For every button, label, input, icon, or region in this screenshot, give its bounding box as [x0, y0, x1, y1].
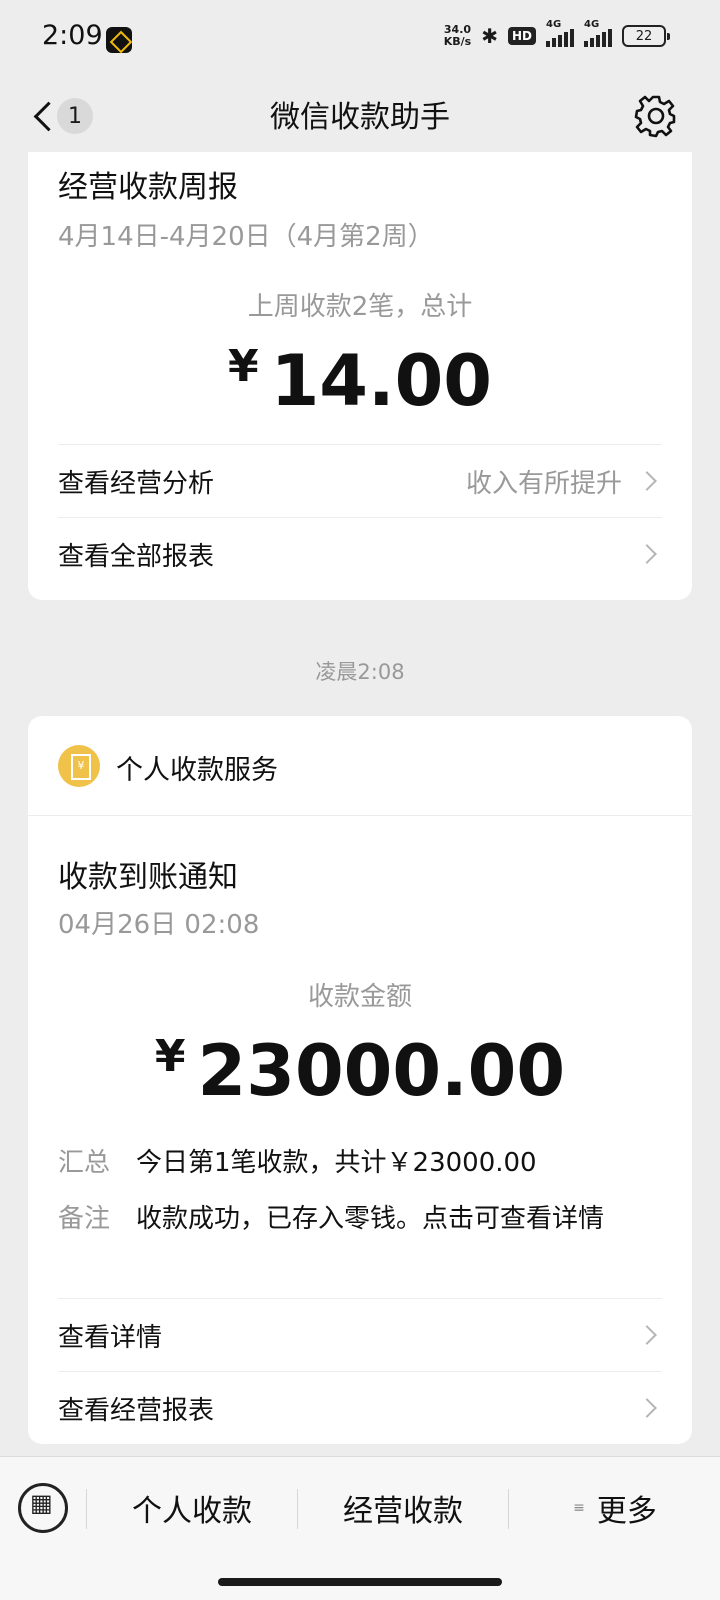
row-label: 查看经营分析 [58, 468, 215, 499]
row-hint: 收入有所提升 [465, 468, 622, 499]
weekly-report-date-range: 4月14日-4月20日（4月第2周） [58, 222, 434, 252]
signal-icon-1: 4G [546, 19, 574, 47]
menu-business-collection[interactable]: 经营收款 [298, 1469, 508, 1547]
signal-icon-2: 4G [584, 19, 612, 47]
row-business-report[interactable]: 查看经营报表 [58, 1371, 662, 1444]
payment-notice-card[interactable]: 个人收款服务 收款到账通知 04月26日 02:08 收款金额 ¥23000.0… [28, 716, 692, 1444]
bluetooth-icon: ✱ [481, 24, 498, 48]
notice-datetime: 04月26日 02:08 [58, 910, 260, 940]
currency-symbol: ¥ [154, 1031, 186, 1082]
binance-app-icon [106, 27, 132, 53]
service-header[interactable]: 个人收款服务 [28, 716, 692, 816]
detail-summary: 汇总 今日第1笔收款，共计￥23000.00 [58, 1142, 537, 1179]
menu-lines-icon: ≡ [573, 1500, 585, 1516]
notice-amount-value: 23000.00 [197, 1030, 566, 1112]
detail-key: 汇总 [58, 1148, 111, 1178]
chat-header: 1 微信收款助手 [0, 80, 720, 152]
row-business-analysis[interactable]: 查看经营分析 收入有所提升 [58, 444, 662, 517]
row-label: 查看经营报表 [58, 1395, 215, 1426]
status-time: 2:09 [42, 20, 103, 51]
battery-icon: 22 [622, 25, 670, 47]
weekly-amount: ¥14.00 [28, 340, 692, 422]
status-indicators: 34.0 KB/s ✱ HD 4G 4G 22 [443, 19, 670, 48]
menu-personal-collection[interactable]: 个人收款 [88, 1469, 296, 1547]
page-title: 微信收款助手 [270, 100, 450, 135]
home-indicator[interactable] [218, 1578, 502, 1586]
service-name: 个人收款服务 [116, 755, 278, 786]
chevron-right-icon [637, 1398, 657, 1418]
settings-gear-icon[interactable] [634, 94, 678, 138]
currency-symbol: ¥ [227, 341, 259, 392]
weekly-report-card[interactable]: 经营收款周报 4月14日-4月20日（4月第2周） 上周收款2笔，总计 ¥14.… [28, 152, 692, 600]
row-label: 查看全部报表 [58, 541, 215, 572]
status-bar: 2:09 34.0 KB/s ✱ HD 4G 4G 22 [0, 0, 720, 80]
weekly-report-title: 经营收款周报 [58, 170, 238, 205]
weekly-summary-text: 上周收款2笔，总计 [247, 292, 473, 322]
row-label: 查看详情 [58, 1322, 163, 1353]
chevron-right-icon [637, 1325, 657, 1345]
chevron-right-icon [637, 471, 657, 491]
hd-voice-icon: HD [507, 27, 536, 45]
amount-label: 收款金额 [307, 982, 412, 1012]
message-timestamp: 凌晨2:08 [315, 660, 405, 684]
detail-value: 收款成功，已存入零钱。点击可查看详情 [136, 1204, 605, 1234]
row-view-details[interactable]: 查看详情 [58, 1298, 662, 1371]
network-speed: 34.0 KB/s [443, 23, 472, 48]
weekly-amount-value: 14.00 [270, 340, 493, 422]
detail-remark: 备注 收款成功，已存入零钱。点击可查看详情 [58, 1198, 604, 1235]
menu-divider [508, 1489, 509, 1529]
detail-key: 备注 [58, 1204, 111, 1234]
detail-value: 今日第1笔收款，共计￥23000.00 [136, 1148, 537, 1178]
menu-more-label: 更多 [596, 1494, 657, 1529]
menu-divider [86, 1489, 87, 1529]
row-all-reports[interactable]: 查看全部报表 [58, 517, 662, 590]
menu-more[interactable]: ≡ 更多 [510, 1469, 720, 1547]
notice-amount: ¥23000.00 [28, 1030, 692, 1112]
wallet-icon [58, 745, 100, 787]
keyboard-toggle-icon[interactable] [18, 1483, 68, 1533]
chevron-right-icon [637, 544, 657, 564]
notice-title: 收款到账通知 [58, 860, 238, 895]
